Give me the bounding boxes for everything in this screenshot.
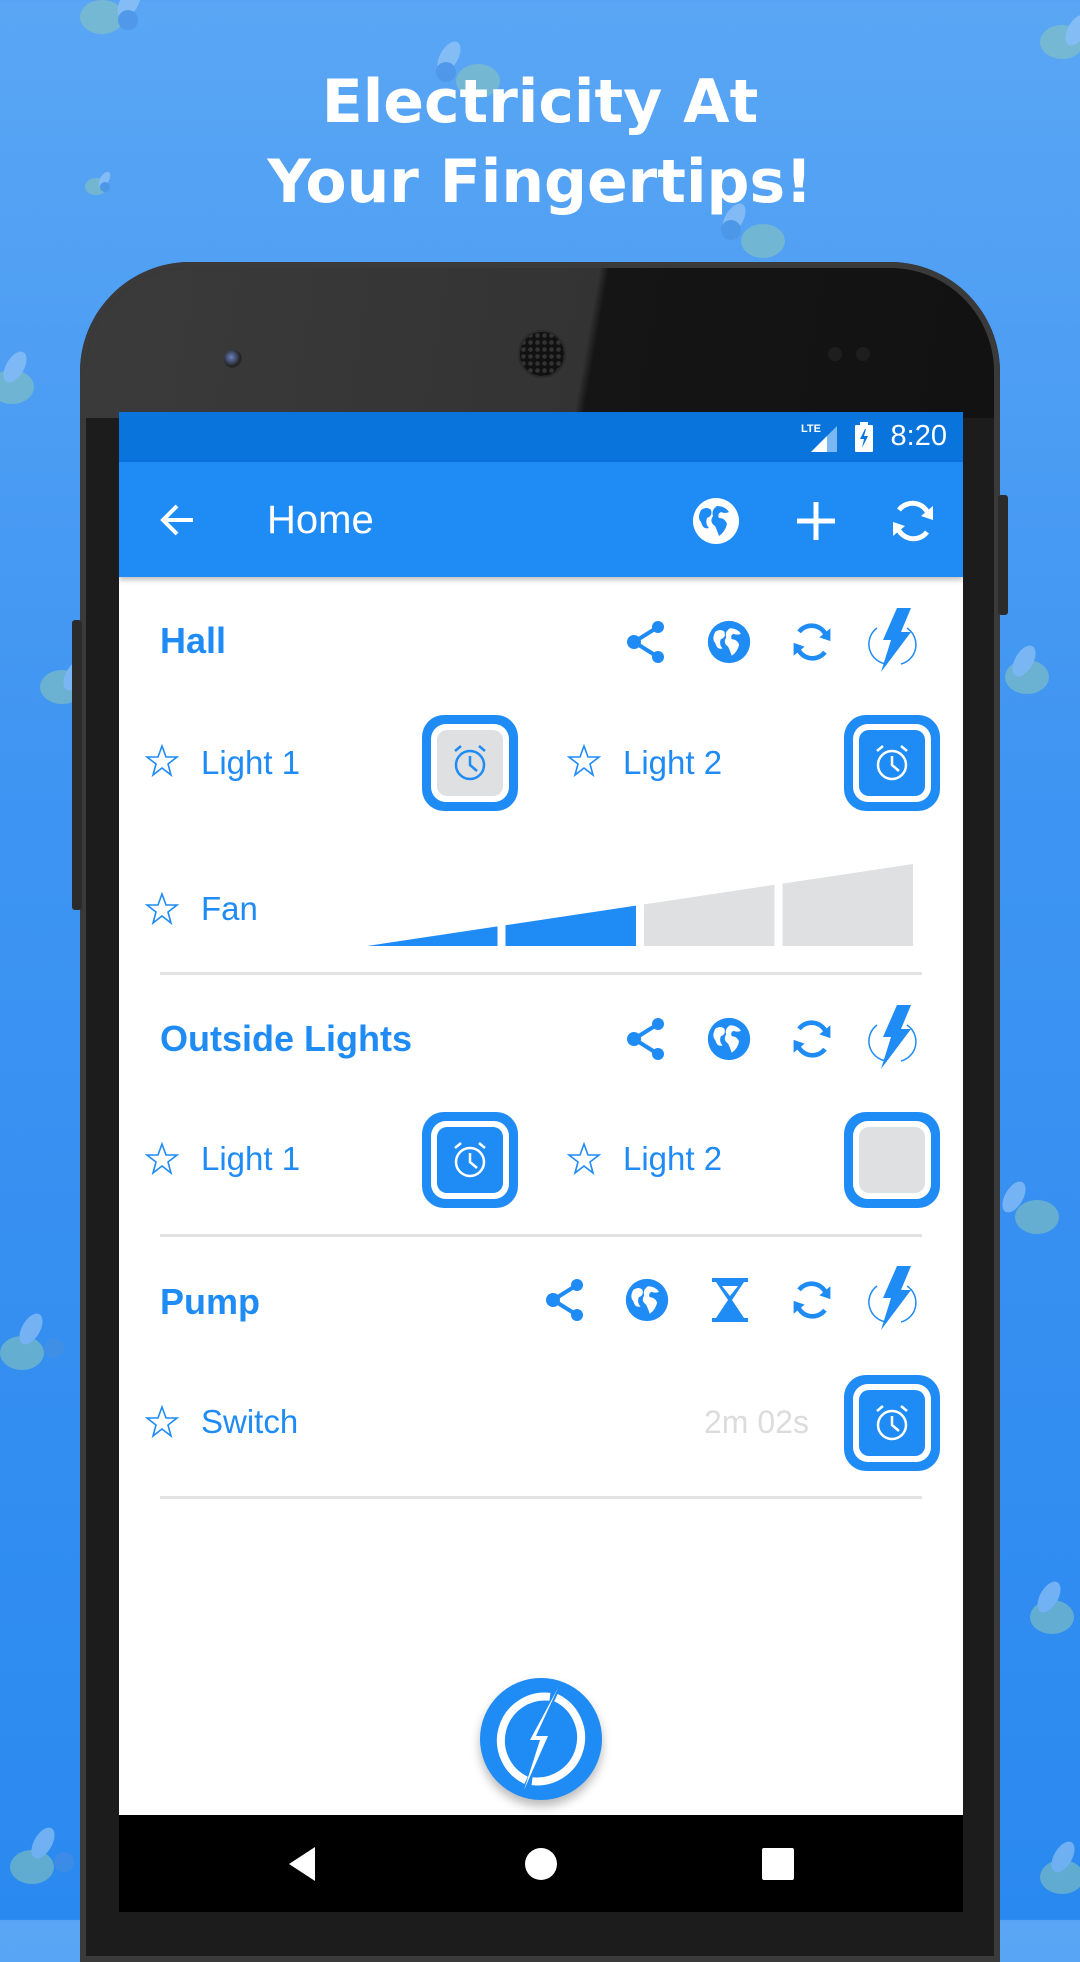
favorite-star-icon[interactable] <box>144 1404 180 1439</box>
share-icon[interactable] <box>626 1017 666 1066</box>
item-label: Light 1 <box>201 1140 301 1177</box>
proximity-sensor <box>828 347 842 361</box>
fan-level-segment[interactable] <box>505 905 637 946</box>
light-sensor <box>856 347 870 361</box>
share-icon[interactable] <box>545 1278 585 1327</box>
globe-icon[interactable] <box>691 496 741 551</box>
alarm-clock-icon <box>454 1142 486 1178</box>
section-title: Pump <box>160 1281 261 1322</box>
power-bolt-icon <box>496 1688 586 1790</box>
toggle-button-on[interactable] <box>844 715 940 811</box>
promo-headline-line-1: Electricity At <box>321 67 759 137</box>
add-icon[interactable] <box>795 500 837 547</box>
fan-level-slider[interactable] <box>367 860 913 946</box>
toggle-button-on[interactable] <box>844 1375 940 1471</box>
alarm-clock-icon <box>454 745 486 781</box>
favorite-star-icon[interactable] <box>144 1141 180 1176</box>
countdown-timer: 2m 02s <box>704 1404 809 1440</box>
nav-back-icon[interactable] <box>287 1847 317 1886</box>
fan-level-segment[interactable] <box>782 864 914 946</box>
section-title: Outside Lights <box>160 1018 412 1059</box>
lte-signal-icon: LTE <box>801 422 841 459</box>
divider <box>160 1496 922 1499</box>
globe-icon[interactable] <box>706 1016 752 1067</box>
battery-charging-icon <box>855 422 873 457</box>
favorite-star-icon[interactable] <box>144 891 180 926</box>
phone-side-button <box>998 495 1008 615</box>
system-nav-bar <box>119 1815 963 1912</box>
favorite-star-icon[interactable] <box>144 743 180 778</box>
status-time: 8:20 <box>890 420 947 452</box>
svg-text:LTE: LTE <box>801 423 821 435</box>
item-label: Switch <box>201 1403 299 1440</box>
refresh-icon[interactable] <box>789 619 835 670</box>
refresh-icon[interactable] <box>789 1277 835 1328</box>
phone-side-button <box>72 620 82 910</box>
arrow-back-icon[interactable] <box>159 504 195 541</box>
status-bar: LTE 8:20 <box>119 412 963 462</box>
fan-level-segment[interactable] <box>367 926 498 946</box>
alarm-clock-icon <box>876 745 908 781</box>
fan-level-segment[interactable] <box>644 884 775 946</box>
nav-home-icon[interactable] <box>524 1847 558 1886</box>
refresh-icon[interactable] <box>889 496 937 551</box>
divider <box>160 1234 922 1237</box>
power-fab-button[interactable] <box>480 1678 602 1800</box>
globe-icon[interactable] <box>706 619 752 670</box>
globe-icon[interactable] <box>624 1277 670 1328</box>
refresh-icon[interactable] <box>789 1016 835 1067</box>
favorite-star-icon[interactable] <box>566 743 602 778</box>
app-screen: LTE 8:20 Home Hall Light 1 Light 2 Fan O… <box>119 412 963 1815</box>
favorite-star-icon[interactable] <box>566 1141 602 1176</box>
toggle-button-on[interactable] <box>422 1112 518 1208</box>
toggle-button-off[interactable] <box>422 715 518 811</box>
power-icon[interactable] <box>867 1266 921 1337</box>
app-toolbar: Home <box>119 462 963 577</box>
item-label: Fan <box>201 890 258 927</box>
power-icon[interactable] <box>867 608 921 679</box>
front-camera <box>224 350 242 368</box>
item-label: Light 2 <box>623 744 723 781</box>
divider <box>160 972 922 975</box>
item-label: Light 2 <box>623 1140 723 1177</box>
section-title: Hall <box>160 620 227 661</box>
promo-headline-line-2: Your Fingertips! <box>267 147 813 217</box>
share-icon[interactable] <box>626 620 666 669</box>
item-label: Light 1 <box>201 744 301 781</box>
toggle-button-off[interactable] <box>844 1112 940 1208</box>
power-icon[interactable] <box>867 1005 921 1076</box>
nav-recents-icon[interactable] <box>762 1848 794 1885</box>
hourglass-icon[interactable] <box>710 1278 750 1327</box>
alarm-clock-icon <box>876 1405 908 1441</box>
page-title: Home <box>267 498 374 542</box>
earpiece-speaker <box>518 330 566 378</box>
